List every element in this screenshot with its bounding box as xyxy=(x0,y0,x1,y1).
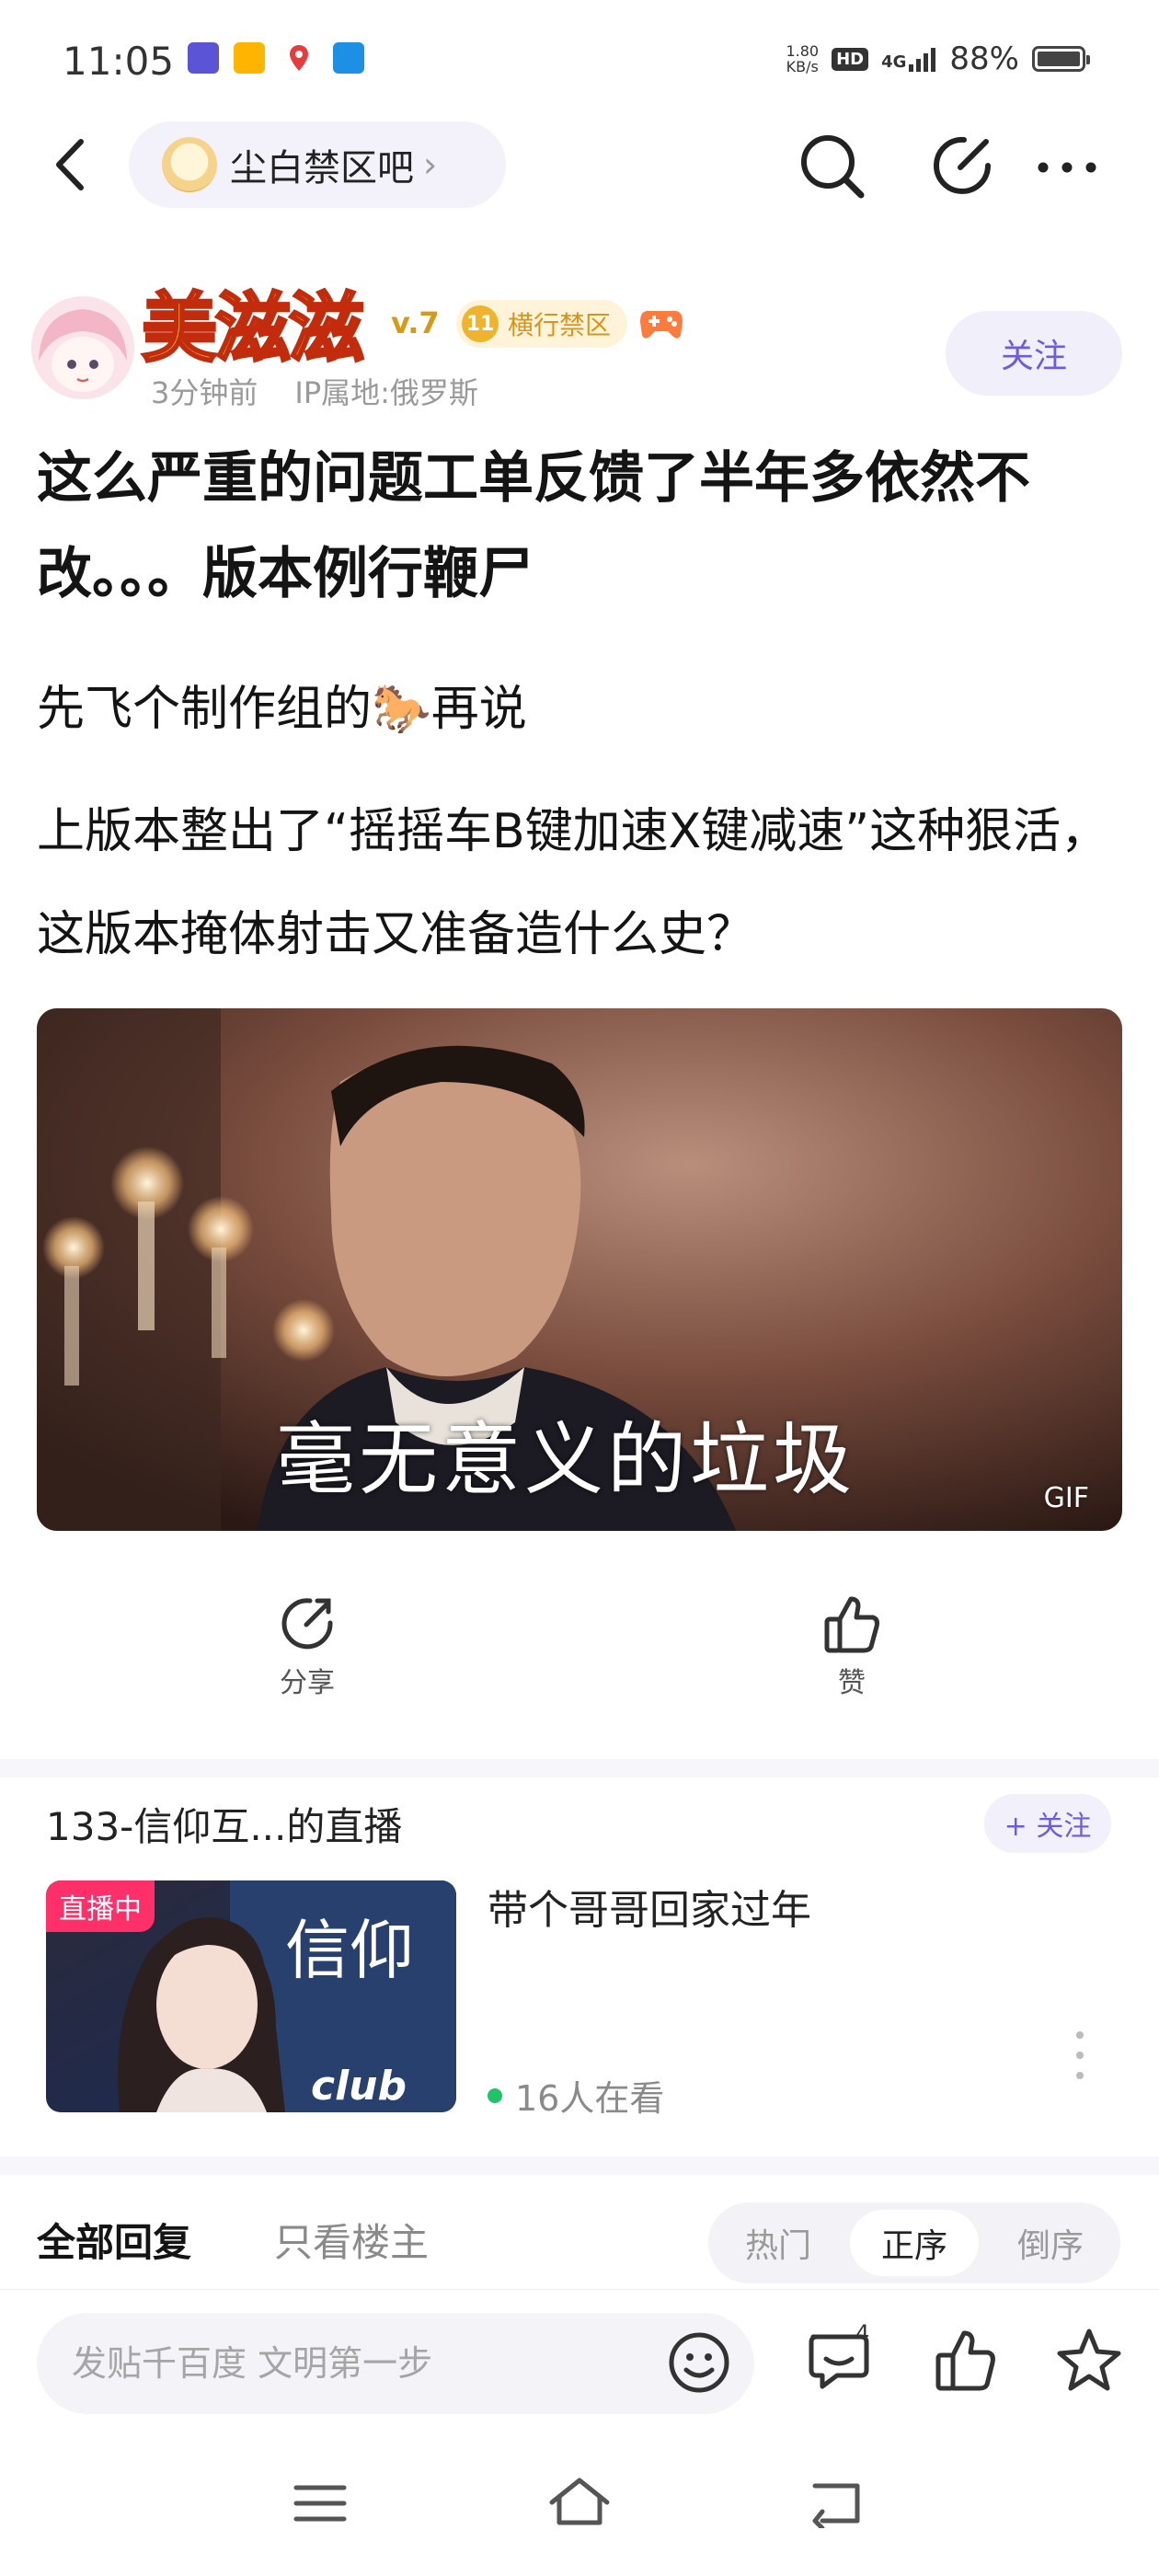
author-name[interactable]: 美滋滋 xyxy=(140,267,365,376)
forum-name: 尘白禁区吧 xyxy=(230,147,414,190)
viewer-count: 16人在看 xyxy=(515,2078,665,2119)
net-speed: 1.80 KB/s xyxy=(786,43,819,75)
home-icon xyxy=(549,2478,610,2525)
weibo-icon xyxy=(234,42,265,74)
user-level: v.7 xyxy=(391,305,440,340)
emoji-button[interactable] xyxy=(664,2328,734,2401)
thumbs-up-icon xyxy=(935,2330,995,2391)
tab-all-replies[interactable]: 全部回复 xyxy=(37,2212,191,2268)
live-more-button[interactable] xyxy=(1071,2028,1089,2083)
share-icon xyxy=(281,1598,333,1650)
live-viewers: 16人在看 xyxy=(488,2070,664,2121)
tab-owner-only[interactable]: 只看楼主 xyxy=(274,2212,429,2268)
battery-icon xyxy=(1032,46,1090,72)
live-stream-title[interactable]: 133-信仰互...的直播 xyxy=(46,1796,402,1852)
map-pin-icon xyxy=(283,42,315,74)
like-label: 赞 xyxy=(838,1667,866,1699)
sort-ascending[interactable]: 正序 xyxy=(850,2210,979,2276)
system-navigation-bar xyxy=(0,2447,1159,2576)
like-button[interactable]: 赞 xyxy=(778,1592,925,1700)
post-title: 这么严重的问题工单反馈了半年多依然不改。。。版本例行鞭尸 xyxy=(37,446,1030,606)
system-back-button[interactable] xyxy=(809,2478,865,2532)
favorite-button[interactable] xyxy=(1052,2324,1126,2401)
emoji-icon xyxy=(669,2332,729,2393)
signal-icon: 4G xyxy=(881,46,936,72)
follow-live-button[interactable]: + 关注 xyxy=(984,1794,1111,1853)
share-button[interactable]: 分享 xyxy=(234,1592,381,1700)
reply-count: 4 xyxy=(855,2320,870,2346)
post-text-line: 先飞个制作组的🐎再说 xyxy=(37,682,527,737)
section-divider-2 xyxy=(0,2156,1159,2175)
recent-apps-button[interactable] xyxy=(293,2480,348,2530)
back-icon xyxy=(812,2483,860,2531)
post-meta: 3分钟前 IP属地:俄罗斯 xyxy=(151,370,478,412)
live-status-dot xyxy=(488,2087,502,2103)
edit-share-button[interactable] xyxy=(927,131,997,201)
sort-hot[interactable]: 热门 xyxy=(714,2210,843,2276)
net-speed-unit: KB/s xyxy=(786,58,819,75)
avatar-illustration xyxy=(31,296,134,399)
forum-link[interactable]: 尘白禁区吧 › xyxy=(129,121,506,208)
more-horizontal-icon xyxy=(1038,162,1096,173)
menu-icon xyxy=(293,2485,347,2522)
back-arrow-icon xyxy=(56,139,84,190)
thumb-brand-sub: club xyxy=(311,2063,407,2110)
search-icon xyxy=(801,135,865,199)
status-time: 11:05 xyxy=(63,39,175,84)
forum-avatar xyxy=(162,137,217,192)
star-icon xyxy=(1057,2329,1121,2391)
author-avatar[interactable] xyxy=(31,296,134,399)
status-indicators: 1.80 KB/s HD 4G 88% xyxy=(786,40,1090,77)
rank-title: 横行禁区 xyxy=(508,310,612,340)
more-options-button[interactable] xyxy=(1034,149,1100,186)
back-button[interactable] xyxy=(46,134,101,195)
like-bottom-button[interactable] xyxy=(929,2324,1003,2401)
notification-app-icon xyxy=(188,42,219,74)
ip-location: IP属地:俄罗斯 xyxy=(294,375,478,410)
home-button[interactable] xyxy=(546,2475,613,2534)
share-label: 分享 xyxy=(280,1667,335,1699)
gif-caption: 毫无意义的垃圾 xyxy=(276,1414,855,1506)
thumb-brand-text: 信仰 xyxy=(285,1913,414,1988)
section-divider xyxy=(0,1759,1159,1777)
rank-number: 11 xyxy=(462,305,499,342)
more-vertical-icon xyxy=(1076,2031,1084,2079)
follow-author-button[interactable]: 关注 xyxy=(946,311,1122,396)
app-notification-icon xyxy=(333,42,364,74)
gamepad-icon xyxy=(638,304,684,348)
post-time: 3分钟前 xyxy=(151,375,258,410)
status-bar: 11:05 1.80 KB/s HD 4G 88% xyxy=(0,0,1159,120)
live-badge: 直播中 xyxy=(46,1880,155,1932)
battery-percent: 88% xyxy=(949,40,1019,77)
gif-badge: GIF xyxy=(1043,1482,1089,1514)
hd-badge: HD xyxy=(832,47,869,71)
post-gif[interactable]: 毫无意义的垃圾 GIF xyxy=(37,1008,1122,1531)
sort-selector: 热门 正序 倒序 xyxy=(708,2202,1120,2283)
live-thumbnail[interactable]: 信仰 club 直播中 xyxy=(46,1880,456,2112)
post-body: 上版本整出了“摇摇车B键加速X键减速”这种狠活，这版本掩体射击又准备造什么史？ xyxy=(37,804,1109,962)
search-button[interactable] xyxy=(795,129,868,202)
network-type: 4G xyxy=(881,52,907,72)
comment-input[interactable] xyxy=(37,2313,754,2414)
net-speed-value: 1.80 xyxy=(786,42,820,60)
chevron-right-icon: › xyxy=(423,144,438,185)
forum-rank-badge[interactable]: 11 横行禁区 xyxy=(456,300,628,348)
compose-icon xyxy=(934,136,991,194)
live-room-title[interactable]: 带个哥哥回家过年 xyxy=(488,1877,811,1936)
sort-descending[interactable]: 倒序 xyxy=(986,2210,1115,2276)
thumbs-up-icon xyxy=(824,1596,879,1653)
